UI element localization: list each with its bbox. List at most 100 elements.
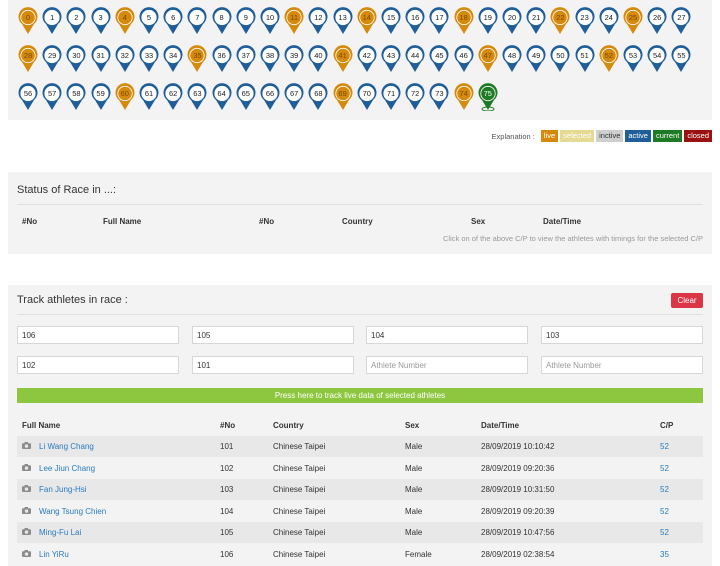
checkpoint-pin-10[interactable]: 10 — [259, 7, 281, 35]
track-live-button[interactable]: Press here to track live data of selecte… — [17, 388, 703, 403]
checkpoint-pin-53[interactable]: 53 — [622, 45, 644, 73]
checkpoint-pin-64[interactable]: 64 — [211, 83, 233, 111]
checkpoint-pin-13[interactable]: 13 — [332, 7, 354, 35]
checkpoint-pin-31[interactable]: 31 — [90, 45, 112, 73]
athlete-name-link[interactable]: Wang Tsung Chien — [39, 507, 106, 516]
camera-icon[interactable] — [22, 506, 31, 514]
checkpoint-pin-73[interactable]: 73 — [428, 83, 450, 111]
checkpoint-pin-32[interactable]: 32 — [114, 45, 136, 73]
checkpoint-pin-70[interactable]: 70 — [356, 83, 378, 111]
checkpoint-pin-6[interactable]: 6 — [162, 7, 184, 35]
checkpoint-pin-7[interactable]: 7 — [186, 7, 208, 35]
checkpoint-pin-36[interactable]: 36 — [211, 45, 233, 73]
checkpoint-pin-39[interactable]: 39 — [283, 45, 305, 73]
checkpoint-link[interactable]: 52 — [660, 464, 669, 473]
checkpoint-pin-8[interactable]: 8 — [211, 7, 233, 35]
checkpoint-pin-15[interactable]: 15 — [380, 7, 402, 35]
checkpoint-pin-0[interactable]: 0 — [17, 7, 39, 35]
checkpoint-pin-49[interactable]: 49 — [525, 45, 547, 73]
checkpoint-pin-54[interactable]: 54 — [646, 45, 668, 73]
checkpoint-pin-24[interactable]: 24 — [598, 7, 620, 35]
athlete-number-input-5[interactable] — [17, 356, 179, 374]
athlete-name-link[interactable]: Ming-Fu Lai — [39, 528, 81, 537]
checkpoint-pin-67[interactable]: 67 — [283, 83, 305, 111]
checkpoint-pin-74[interactable]: 74 — [453, 83, 475, 111]
camera-icon[interactable] — [22, 442, 31, 449]
checkpoint-pin-16[interactable]: 16 — [404, 7, 426, 35]
checkpoint-pin-43[interactable]: 43 — [380, 45, 402, 73]
athlete-number-input-7[interactable] — [366, 356, 528, 374]
checkpoint-link[interactable]: 52 — [660, 442, 669, 451]
checkpoint-link[interactable]: 35 — [660, 550, 669, 559]
checkpoint-pin-25[interactable]: 25 — [622, 7, 644, 35]
checkpoint-pin-46[interactable]: 46 — [453, 45, 475, 73]
checkpoint-pin-71[interactable]: 71 — [380, 83, 402, 111]
checkpoint-pin-55[interactable]: 55 — [670, 45, 692, 73]
camera-icon[interactable] — [22, 463, 31, 471]
checkpoint-link[interactable]: 52 — [660, 485, 669, 494]
checkpoint-pin-68[interactable]: 68 — [307, 83, 329, 111]
athlete-name-link[interactable]: Lin YiRu — [39, 550, 69, 559]
checkpoint-pin-59[interactable]: 59 — [90, 83, 112, 111]
checkpoint-pin-44[interactable]: 44 — [404, 45, 426, 73]
checkpoint-pin-72[interactable]: 72 — [404, 83, 426, 111]
checkpoint-pin-26[interactable]: 26 — [646, 7, 668, 35]
checkpoint-pin-28[interactable]: 28 — [17, 45, 39, 73]
checkpoint-pin-40[interactable]: 40 — [307, 45, 329, 73]
checkpoint-pin-33[interactable]: 33 — [138, 45, 160, 73]
checkpoint-pin-19[interactable]: 19 — [477, 7, 499, 35]
checkpoint-pin-66[interactable]: 66 — [259, 83, 281, 111]
checkpoint-pin-65[interactable]: 65 — [235, 83, 257, 111]
athlete-number-input-3[interactable] — [366, 326, 528, 344]
checkpoint-pin-12[interactable]: 12 — [307, 7, 329, 35]
checkpoint-pin-60[interactable]: 60 — [114, 83, 136, 111]
checkpoint-pin-57[interactable]: 57 — [41, 83, 63, 111]
checkpoint-pin-56[interactable]: 56 — [17, 83, 39, 111]
checkpoint-pin-51[interactable]: 51 — [574, 45, 596, 73]
checkpoint-pin-14[interactable]: 14 — [356, 7, 378, 35]
checkpoint-pin-34[interactable]: 34 — [162, 45, 184, 73]
checkpoint-pin-17[interactable]: 17 — [428, 7, 450, 35]
checkpoint-pin-69[interactable]: 69 — [332, 83, 354, 111]
checkpoint-pin-58[interactable]: 58 — [65, 83, 87, 111]
checkpoint-pin-29[interactable]: 29 — [41, 45, 63, 73]
checkpoint-pin-9[interactable]: 9 — [235, 7, 257, 35]
checkpoint-pin-30[interactable]: 30 — [65, 45, 87, 73]
checkpoint-pin-5[interactable]: 5 — [138, 7, 160, 35]
checkpoint-pin-2[interactable]: 2 — [65, 7, 87, 35]
checkpoint-pin-63[interactable]: 63 — [186, 83, 208, 111]
checkpoint-pin-48[interactable]: 48 — [501, 45, 523, 73]
checkpoint-pin-21[interactable]: 21 — [525, 7, 547, 35]
checkpoint-pin-47[interactable]: 47 — [477, 45, 499, 73]
checkpoint-pin-41[interactable]: 41 — [332, 45, 354, 73]
checkpoint-pin-52[interactable]: 52 — [598, 45, 620, 73]
camera-icon[interactable] — [22, 528, 31, 535]
checkpoint-pin-45[interactable]: 45 — [428, 45, 450, 73]
checkpoint-pin-75[interactable]: 75 — [477, 83, 499, 111]
checkpoint-pin-22[interactable]: 22 — [549, 7, 571, 35]
athlete-number-input-6[interactable] — [192, 356, 354, 374]
athlete-number-input-1[interactable] — [17, 326, 179, 344]
checkpoint-pin-3[interactable]: 3 — [90, 7, 112, 35]
checkpoint-pin-11[interactable]: 11 — [283, 7, 305, 35]
checkpoint-pin-27[interactable]: 27 — [670, 7, 692, 35]
athlete-name-link[interactable]: Fan Jung-Hsi — [39, 485, 87, 494]
checkpoint-pin-38[interactable]: 38 — [259, 45, 281, 73]
checkpoint-pin-35[interactable]: 35 — [186, 45, 208, 73]
athlete-name-link[interactable]: Lee Jiun Chang — [39, 464, 95, 473]
athlete-number-input-4[interactable] — [541, 326, 703, 344]
checkpoint-pin-61[interactable]: 61 — [138, 83, 160, 111]
athlete-name-link[interactable]: Li Wang Chang — [39, 442, 94, 451]
checkpoint-pin-42[interactable]: 42 — [356, 45, 378, 73]
athlete-number-input-2[interactable] — [192, 326, 354, 344]
checkpoint-pin-37[interactable]: 37 — [235, 45, 257, 73]
camera-icon[interactable] — [22, 485, 31, 492]
checkpoint-link[interactable]: 52 — [660, 507, 669, 516]
athlete-number-input-8[interactable] — [541, 356, 703, 374]
camera-icon[interactable] — [22, 549, 31, 557]
checkpoint-pin-50[interactable]: 50 — [549, 45, 571, 73]
checkpoint-pin-62[interactable]: 62 — [162, 83, 184, 111]
checkpoint-link[interactable]: 52 — [660, 528, 669, 537]
checkpoint-pin-4[interactable]: 4 — [114, 7, 136, 35]
clear-button[interactable]: Clear — [671, 293, 703, 308]
